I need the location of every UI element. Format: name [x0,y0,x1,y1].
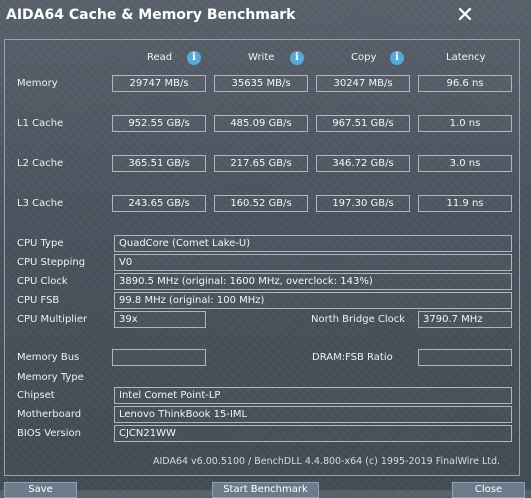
memory-bus-label: Memory Bus [17,352,80,363]
memory-latency-value: 96.6 ns [418,75,512,92]
latency-header: Latency [446,52,486,63]
north-bridge-clock-value: 3790.7 MHz [418,311,512,328]
bios-version-label: BIOS Version [17,428,81,439]
chipset-value: Intel Comet Point-LP [114,387,512,404]
cpu-stepping-label: CPU Stepping [17,257,86,268]
start-benchmark-button[interactable]: Start Benchmark [212,482,319,498]
l3-cache-row-label: L3 Cache [17,198,64,209]
cpu-multiplier-label: CPU Multiplier [17,314,88,325]
close-button[interactable]: Close [452,482,525,498]
l2-copy-value: 346.72 GB/s [316,155,410,172]
read-header: Read [147,52,173,63]
memory-bus-value [112,349,206,366]
l2-latency-value: 3.0 ns [418,155,512,172]
window-title: AIDA64 Cache & Memory Benchmark [6,7,296,23]
memory-type-label: Memory Type [17,372,84,383]
memory-read-value: 29747 MB/s [112,75,206,92]
l2-read-value: 365.51 GB/s [112,155,206,172]
cpu-stepping-value: V0 [114,254,512,271]
chipset-label: Chipset [17,390,55,401]
read-info-icon[interactable]: i [187,51,201,65]
cpu-clock-label: CPU Clock [17,276,68,287]
bios-version-value: CJCN21WW [114,425,512,442]
close-icon[interactable]: ✕ [449,2,481,30]
l1-latency-value: 1.0 ns [418,115,512,132]
l3-read-value: 243.65 GB/s [112,195,206,212]
memory-row-label: Memory [17,78,58,89]
memory-write-value: 35635 MB/s [214,75,308,92]
memory-copy-value: 30247 MB/s [316,75,410,92]
motherboard-label: Motherboard [17,409,82,420]
cpu-fsb-value: 99.8 MHz (original: 100 MHz) [114,292,512,309]
l3-copy-value: 197.30 GB/s [316,195,410,212]
cpu-fsb-label: CPU FSB [17,295,60,306]
cpu-type-value: QuadCore (Comet Lake-U) [114,235,512,252]
l2-cache-row-label: L2 Cache [17,158,64,169]
write-header: Write [248,52,275,63]
copy-info-icon[interactable]: i [390,51,404,65]
l1-write-value: 485.09 GB/s [214,115,308,132]
l2-write-value: 217.65 GB/s [214,155,308,172]
north-bridge-clock-label: North Bridge Clock [311,314,406,325]
write-info-icon[interactable]: i [290,51,304,65]
copy-header: Copy [351,52,377,63]
l1-cache-row-label: L1 Cache [17,118,64,129]
copyright-footer: AIDA64 v6.00.5100 / BenchDLL 4.4.800-x64… [153,456,501,467]
motherboard-value: Lenovo ThinkBook 15-IML [114,406,512,423]
save-button[interactable]: Save [4,482,77,498]
l3-latency-value: 11.9 ns [418,195,512,212]
cpu-clock-value: 3890.5 MHz (original: 1600 MHz, overcloc… [114,273,512,290]
l1-read-value: 952.55 GB/s [112,115,206,132]
dram-fsb-ratio-value [418,349,512,366]
dram-fsb-ratio-label: DRAM:FSB Ratio [312,352,393,363]
cpu-type-label: CPU Type [17,238,64,249]
l3-write-value: 160.52 GB/s [214,195,308,212]
l1-copy-value: 967.51 GB/s [316,115,410,132]
cpu-multiplier-value: 39x [114,311,206,328]
